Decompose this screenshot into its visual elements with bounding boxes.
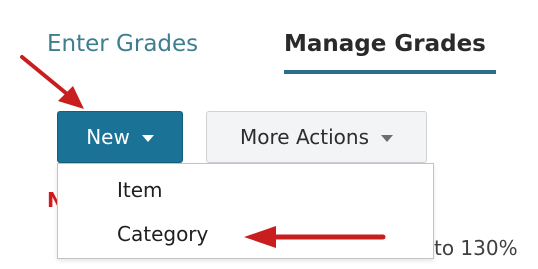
annotation-arrow-icon <box>244 226 386 248</box>
annotation-arrow-icon <box>20 55 84 109</box>
annotation-arrows <box>20 55 386 248</box>
